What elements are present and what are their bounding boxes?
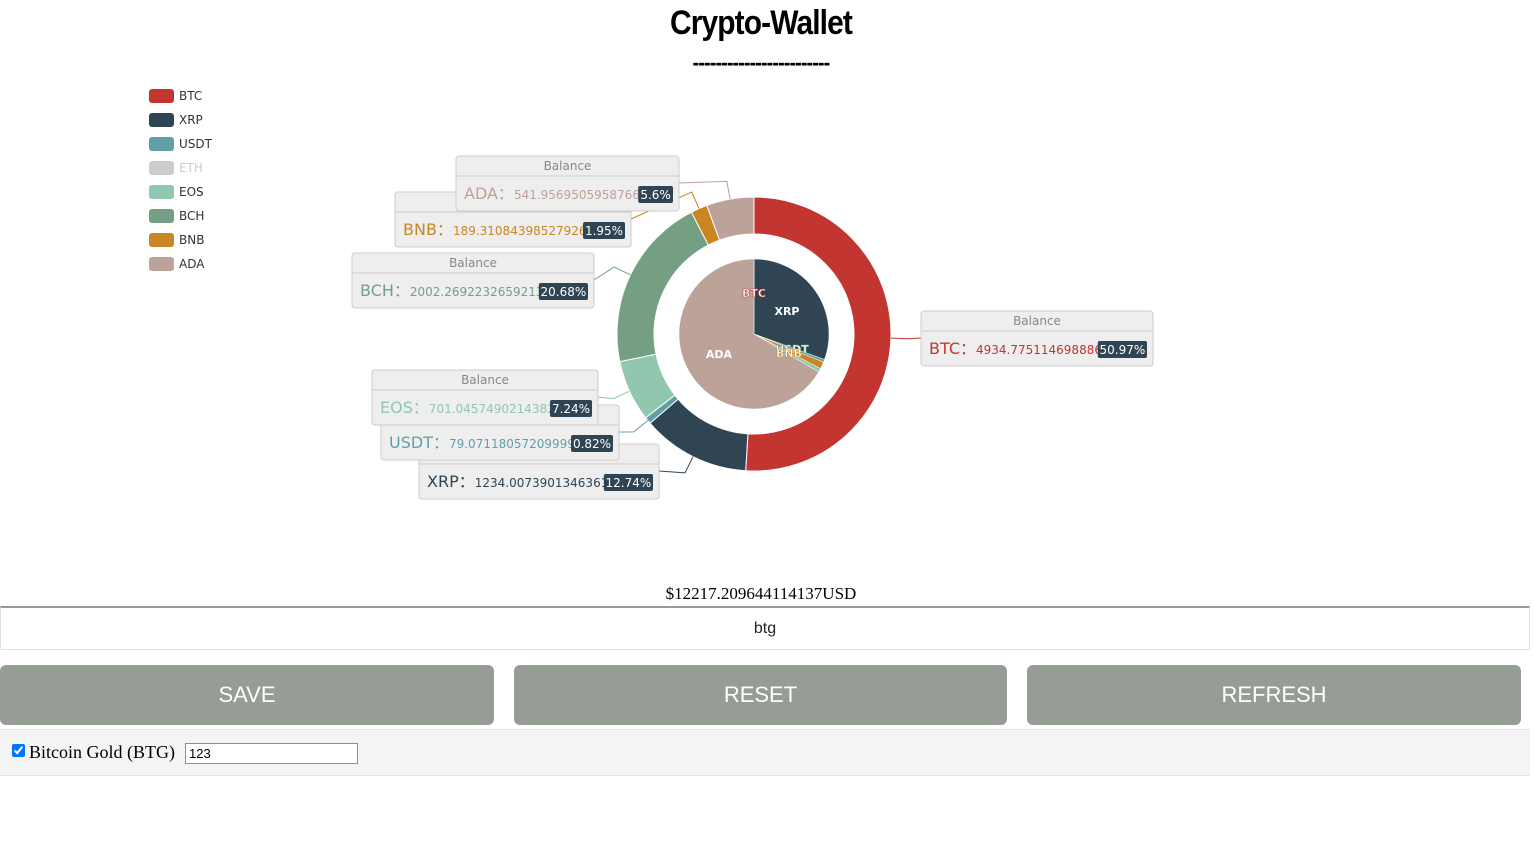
callout-leader-usdt bbox=[618, 420, 649, 433]
coin-enable-checkbox[interactable] bbox=[12, 744, 25, 757]
callout-title: Balance bbox=[461, 373, 509, 387]
inner-pie: BTCXRPUSDTBNBADA bbox=[678, 258, 830, 410]
pie-label-xrp: XRP bbox=[774, 305, 799, 318]
legend-swatch-eos bbox=[149, 185, 174, 199]
legend-label-xrp: XRP bbox=[179, 113, 203, 127]
legend-label-eos: EOS bbox=[179, 185, 204, 199]
callout-eos: BalanceEOS：701.04574902143827.24% bbox=[371, 369, 630, 426]
pie-label-btc: BTC bbox=[742, 287, 766, 300]
legend-swatch-usdt bbox=[149, 137, 174, 151]
chart-legend: BTC XRP USDT ETH EOS BCH BNB ADA bbox=[149, 89, 213, 271]
save-button[interactable]: SAVE bbox=[0, 665, 494, 725]
legend-label-bch: BCH bbox=[179, 209, 204, 223]
coin-row-btg: Bitcoin Gold (BTG) bbox=[0, 729, 1530, 776]
pie-label-bnb: BNB bbox=[776, 347, 802, 360]
callout-leader-ada bbox=[678, 180, 731, 200]
legend-label-usdt: USDT bbox=[179, 137, 213, 151]
legend-swatch-eth bbox=[149, 161, 174, 175]
legend-swatch-btc bbox=[149, 89, 174, 103]
coin-search-input[interactable] bbox=[0, 606, 1530, 650]
callout-btc: BalanceBTC：4934.77511469888650.97% bbox=[890, 310, 1154, 367]
legend-swatch-bch bbox=[149, 209, 174, 223]
callout-percent-bch: 20.68% bbox=[541, 285, 587, 299]
legend-swatch-bnb bbox=[149, 233, 174, 247]
callout-leader-bch bbox=[593, 266, 631, 281]
callout-leader-xrp bbox=[658, 456, 694, 474]
legend-swatch-ada bbox=[149, 257, 174, 271]
legend-label-ada: ADA bbox=[179, 257, 205, 271]
callout-percent-btc: 50.97% bbox=[1100, 343, 1146, 357]
callout-ada: BalanceADA：541.9569505958766 5.6% bbox=[455, 155, 731, 212]
callout-leader-btc bbox=[890, 337, 922, 340]
callout-title: Balance bbox=[1013, 314, 1061, 328]
legend-label-bnb: BNB bbox=[179, 233, 204, 247]
legend-label-eth: ETH bbox=[179, 161, 203, 175]
callout-percent-bnb: 1.95% bbox=[585, 224, 623, 238]
refresh-button[interactable]: REFRESH bbox=[1027, 665, 1521, 725]
coin-name-label: Bitcoin Gold (BTG) bbox=[29, 742, 175, 762]
pie-label-ada: ADA bbox=[706, 348, 733, 361]
callout-percent-xrp: 12.74% bbox=[606, 476, 652, 490]
callout-percent-usdt: 0.82% bbox=[573, 437, 611, 451]
portfolio-chart: BTC XRP USDT ETH EOS BCH BNB ADA BTC XRP USDT BNB A… bbox=[149, 89, 1154, 500]
legend-swatch-xrp bbox=[149, 113, 174, 127]
reset-button[interactable]: RESET bbox=[514, 665, 1007, 725]
callout-bch: BalanceBCH：2002.269223265921320.68% bbox=[351, 252, 631, 309]
coin-amount-input[interactable] bbox=[185, 743, 358, 764]
callout-title: Balance bbox=[544, 159, 592, 173]
wallet-total: $12217.209644114137USD bbox=[665, 584, 857, 603]
callout-percent-ada: 5.6% bbox=[640, 188, 671, 202]
callout-title: Balance bbox=[449, 256, 497, 270]
callout-percent-eos: 7.24% bbox=[552, 402, 590, 416]
legend-label-btc: BTC bbox=[179, 89, 202, 103]
callout-leader-eos bbox=[597, 390, 630, 400]
